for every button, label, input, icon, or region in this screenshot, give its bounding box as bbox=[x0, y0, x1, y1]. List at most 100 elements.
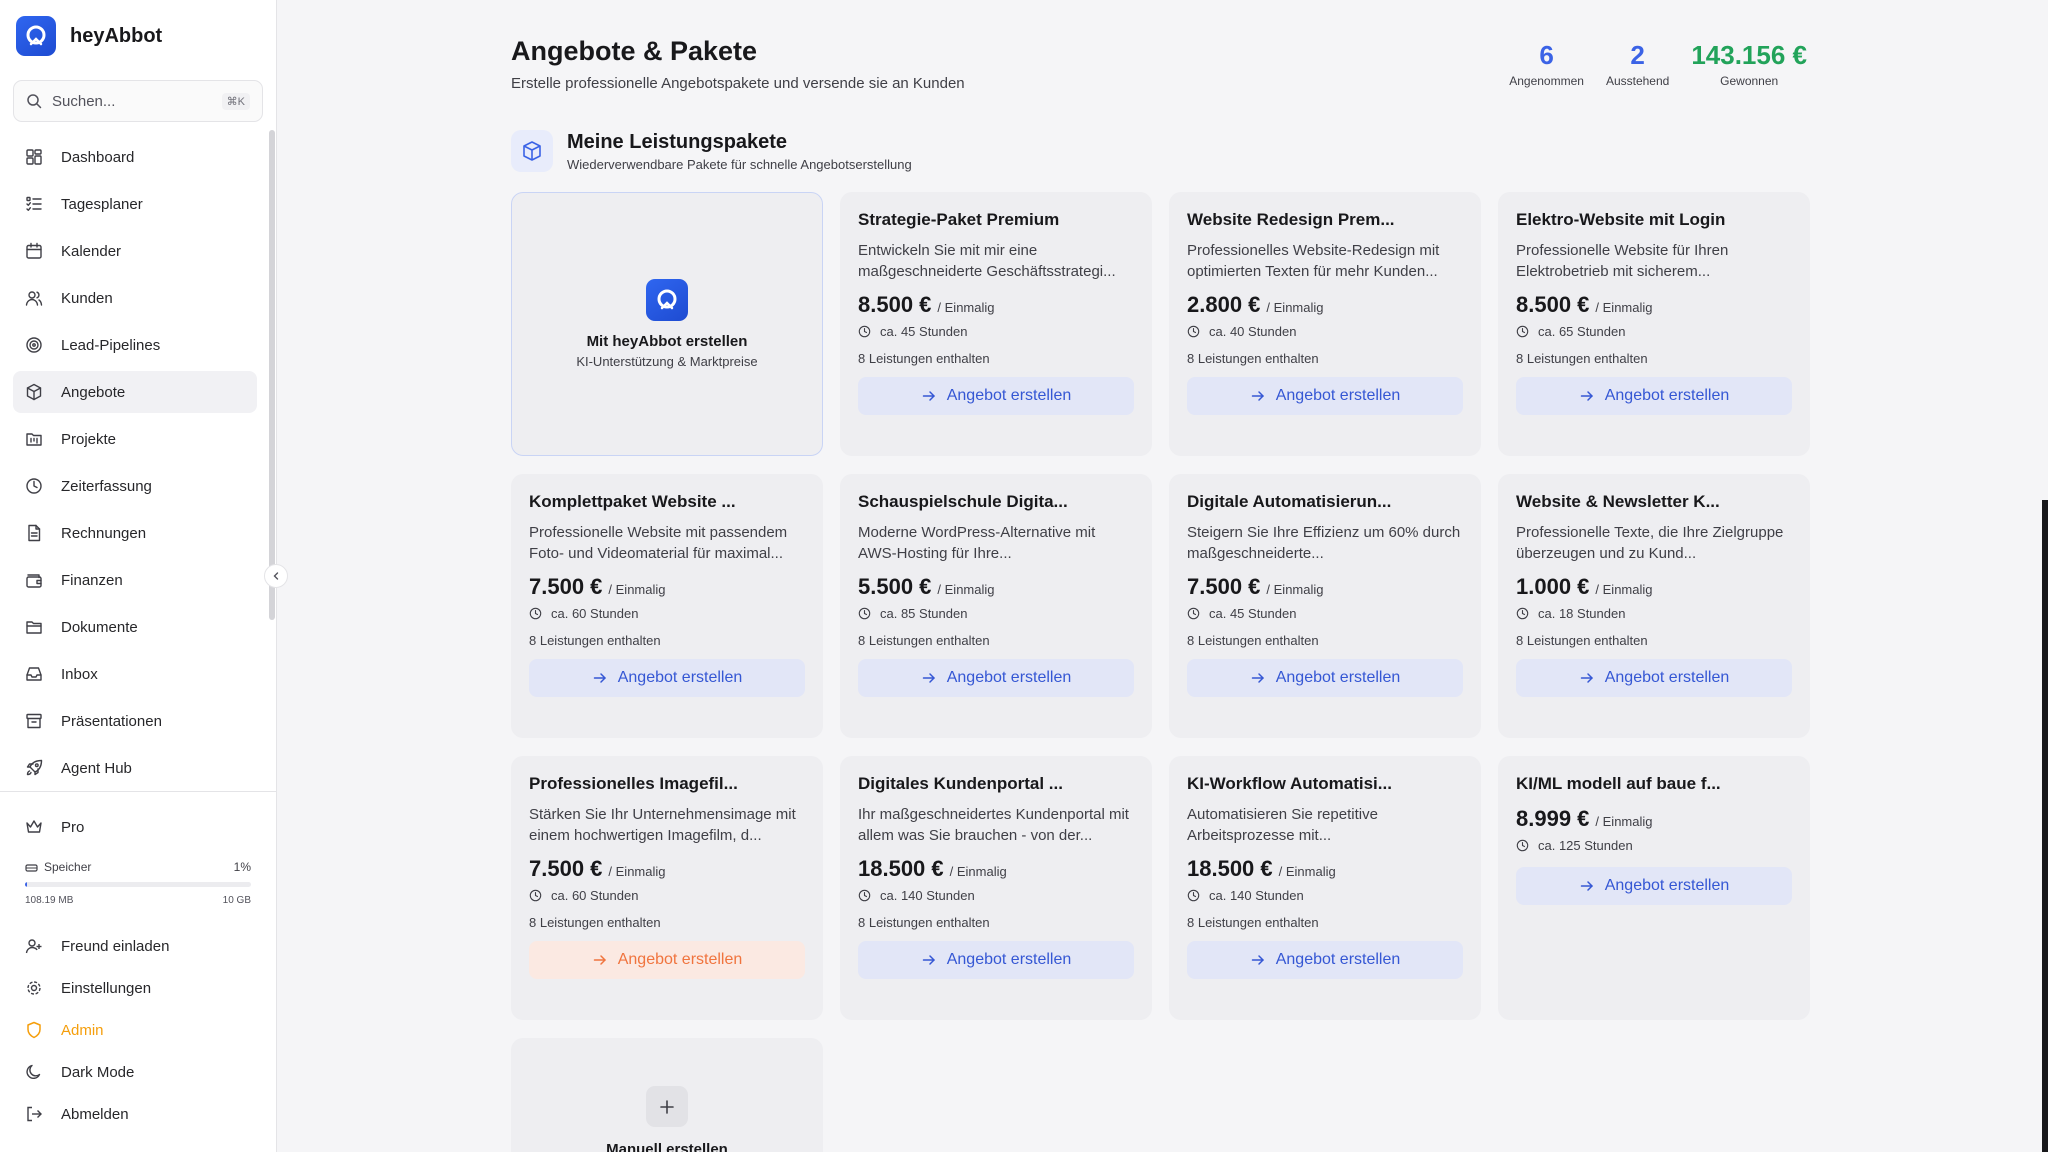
admin-link[interactable]: Admin bbox=[13, 1009, 257, 1051]
sidebar-item-kunden[interactable]: Kunden bbox=[13, 277, 257, 319]
storage-meter: Speicher 1% 108.19 MB 10 GB bbox=[25, 860, 251, 906]
sidebar-item-label: Präsentationen bbox=[61, 712, 162, 730]
package-card[interactable]: Digitales Kundenportal ... Ihr maßgeschne… bbox=[840, 756, 1152, 1020]
sidebar-item-dokumente[interactable]: Dokumente bbox=[13, 606, 257, 648]
package-hours: ca. 125 Stunden bbox=[1516, 838, 1792, 853]
package-price: 7.500 € bbox=[1187, 574, 1261, 599]
package-title: Schauspielschule Digita... bbox=[858, 492, 1068, 511]
create-offer-label: Angebot erstellen bbox=[946, 387, 1072, 404]
package-card[interactable]: Strategie-Paket Premium Entwickeln Sie mi… bbox=[840, 192, 1152, 456]
sidebar-item-finanzen[interactable]: Finanzen bbox=[13, 559, 257, 601]
package-card[interactable]: Website & Newsletter K... Professionelle … bbox=[1498, 474, 1810, 738]
package-card[interactable]: Komplettpaket Website ... Professionelle … bbox=[511, 474, 823, 738]
clock-icon bbox=[1516, 325, 1529, 338]
package-services: 8 Leistungen enthalten bbox=[1187, 351, 1319, 366]
package-price: 8.999 € bbox=[1516, 806, 1590, 831]
sidebar-item-rechnungen[interactable]: Rechnungen bbox=[13, 512, 257, 554]
package-title: Elektro-Website mit Login bbox=[1516, 210, 1726, 229]
create-offer-button[interactable]: Angebot erstellen bbox=[858, 377, 1134, 415]
sidebar-item-kalender[interactable]: Kalender bbox=[13, 230, 257, 272]
package-price-row: 5.500 € / Einmalig bbox=[858, 574, 1134, 600]
package-card[interactable]: Elektro-Website mit Login Professionelle … bbox=[1498, 192, 1810, 456]
sidebar-scrollbar[interactable] bbox=[269, 130, 275, 620]
create-offer-button[interactable]: Angebot erstellen bbox=[1516, 867, 1792, 905]
hard-drive-icon bbox=[25, 863, 38, 872]
package-card[interactable]: Digitale Automatisierun... Steigern Sie I… bbox=[1169, 474, 1481, 738]
sidebar-item-projekte[interactable]: Projekte bbox=[13, 418, 257, 460]
sidebar-item-label: Kunden bbox=[61, 289, 113, 307]
create-offer-button[interactable]: Angebot erstellen bbox=[1187, 377, 1463, 415]
clock-icon bbox=[858, 607, 871, 620]
package-title: Strategie-Paket Premium bbox=[858, 210, 1060, 229]
create-offer-button[interactable]: Angebot erstellen bbox=[529, 659, 805, 697]
create-offer-button[interactable]: Angebot erstellen bbox=[858, 941, 1134, 979]
package-price-row: 18.500 € / Einmalig bbox=[1187, 856, 1463, 882]
settings-link[interactable]: Einstellungen bbox=[13, 967, 257, 1009]
create-offer-button[interactable]: Angebot erstellen bbox=[529, 941, 805, 979]
package-card[interactable]: Website Redesign Prem... Professionelles … bbox=[1169, 192, 1481, 456]
dark-mode-toggle[interactable]: Dark Mode bbox=[13, 1051, 257, 1093]
create-offer-button[interactable]: Angebot erstellen bbox=[1187, 941, 1463, 979]
arrow-right-icon bbox=[1580, 391, 1593, 401]
create-manually-card[interactable]: Manuell erstellen bbox=[511, 1038, 823, 1152]
search-icon bbox=[27, 94, 42, 109]
create-offer-label: Angebot erstellen bbox=[946, 951, 1072, 968]
create-offer-button[interactable]: Angebot erstellen bbox=[1187, 659, 1463, 697]
stat-won-label: Gewonnen bbox=[1720, 74, 1779, 88]
create-offer-button[interactable]: Angebot erstellen bbox=[1516, 377, 1792, 415]
list-icon bbox=[26, 196, 42, 211]
logout-label: Abmelden bbox=[61, 1105, 129, 1123]
create-offer-button[interactable]: Angebot erstellen bbox=[858, 659, 1134, 697]
logout-link[interactable]: Abmelden bbox=[13, 1093, 257, 1135]
stat-won: 143.156 € Gewonnen bbox=[1691, 40, 1807, 88]
create-offer-label: Angebot erstellen bbox=[1275, 387, 1401, 404]
manual-card-title: Manuell erstellen bbox=[606, 1141, 728, 1152]
arrow-right-icon bbox=[922, 673, 935, 683]
create-with-ai-card[interactable]: Mit heyAbbot erstellen KI-Unterstützung … bbox=[511, 192, 823, 456]
section-header: Meine Leistungspakete Wiederverwendbare … bbox=[511, 130, 912, 172]
package-hours-label: ca. 60 Stunden bbox=[551, 888, 639, 903]
package-hours: ca. 140 Stunden bbox=[858, 888, 1134, 903]
section-subtitle: Wiederverwendbare Pakete für schnelle An… bbox=[567, 156, 912, 172]
package-services: 8 Leistungen enthalten bbox=[1516, 633, 1648, 648]
package-card[interactable]: Schauspielschule Digita... Moderne WordPr… bbox=[840, 474, 1152, 738]
package-card[interactable]: KI/ML modell auf baue f... 8.999 € / Einma… bbox=[1498, 756, 1810, 1020]
search-placeholder: Suchen... bbox=[52, 92, 116, 110]
search-input[interactable]: Suchen... ⌘K bbox=[13, 80, 263, 122]
stat-pending-label: Ausstehend bbox=[1605, 74, 1670, 88]
arrow-right-icon bbox=[922, 391, 935, 401]
package-card[interactable]: Professionelles Imagefil... Stärken Sie I… bbox=[511, 756, 823, 1020]
package-title: Komplettpaket Website ... bbox=[529, 492, 736, 511]
sidebar-item-tagesplaner[interactable]: Tagesplaner bbox=[13, 183, 257, 225]
arrow-right-icon bbox=[922, 955, 935, 965]
arrow-right-icon bbox=[593, 955, 606, 965]
sidebar-item-praesentationen[interactable]: Präsentationen bbox=[13, 700, 257, 742]
sidebar-item-dashboard[interactable]: Dashboard bbox=[13, 136, 257, 178]
storage-used: 108.19 MB bbox=[25, 895, 74, 906]
package-price-unit: / Einmalig bbox=[937, 300, 995, 315]
package-price-unit: / Einmalig bbox=[1595, 814, 1653, 829]
clock-icon bbox=[1187, 325, 1200, 338]
storage-percent: 1% bbox=[233, 860, 251, 874]
package-price-row: 7.500 € / Einmalig bbox=[1187, 574, 1463, 600]
sidebar-item-angebote[interactable]: Angebote bbox=[13, 371, 257, 413]
sidebar-item-lead-pipelines[interactable]: Lead-Pipelines bbox=[13, 324, 257, 366]
create-offer-button[interactable]: Angebot erstellen bbox=[1516, 659, 1792, 697]
invite-friend-link[interactable]: Freund einladen bbox=[13, 925, 257, 967]
package-price: 8.500 € bbox=[858, 292, 932, 317]
sidebar-item-agent-hub[interactable]: Agent Hub bbox=[13, 747, 257, 789]
brand[interactable]: heyAbbot bbox=[16, 16, 162, 56]
settings-label: Einstellungen bbox=[61, 979, 152, 997]
sidebar-item-zeiterfassung[interactable]: Zeiterfassung bbox=[13, 465, 257, 507]
collapse-sidebar-button[interactable] bbox=[264, 564, 288, 588]
create-offer-label: Angebot erstellen bbox=[1275, 669, 1401, 686]
sidebar-item-inbox[interactable]: Inbox bbox=[13, 653, 257, 695]
package-description: Professionelles Website-Redesign mit opt… bbox=[1187, 242, 1440, 280]
stat-won-value: 143.156 € bbox=[1691, 40, 1807, 70]
package-price-unit: / Einmalig bbox=[1595, 582, 1653, 597]
package-services: 8 Leistungen enthalten bbox=[858, 915, 990, 930]
clock-icon bbox=[1516, 839, 1529, 852]
plan-pro[interactable]: Pro bbox=[13, 806, 257, 848]
create-offer-label: Angebot erstellen bbox=[617, 669, 743, 686]
package-card[interactable]: KI-Workflow Automatisi... Automatisieren … bbox=[1169, 756, 1481, 1020]
